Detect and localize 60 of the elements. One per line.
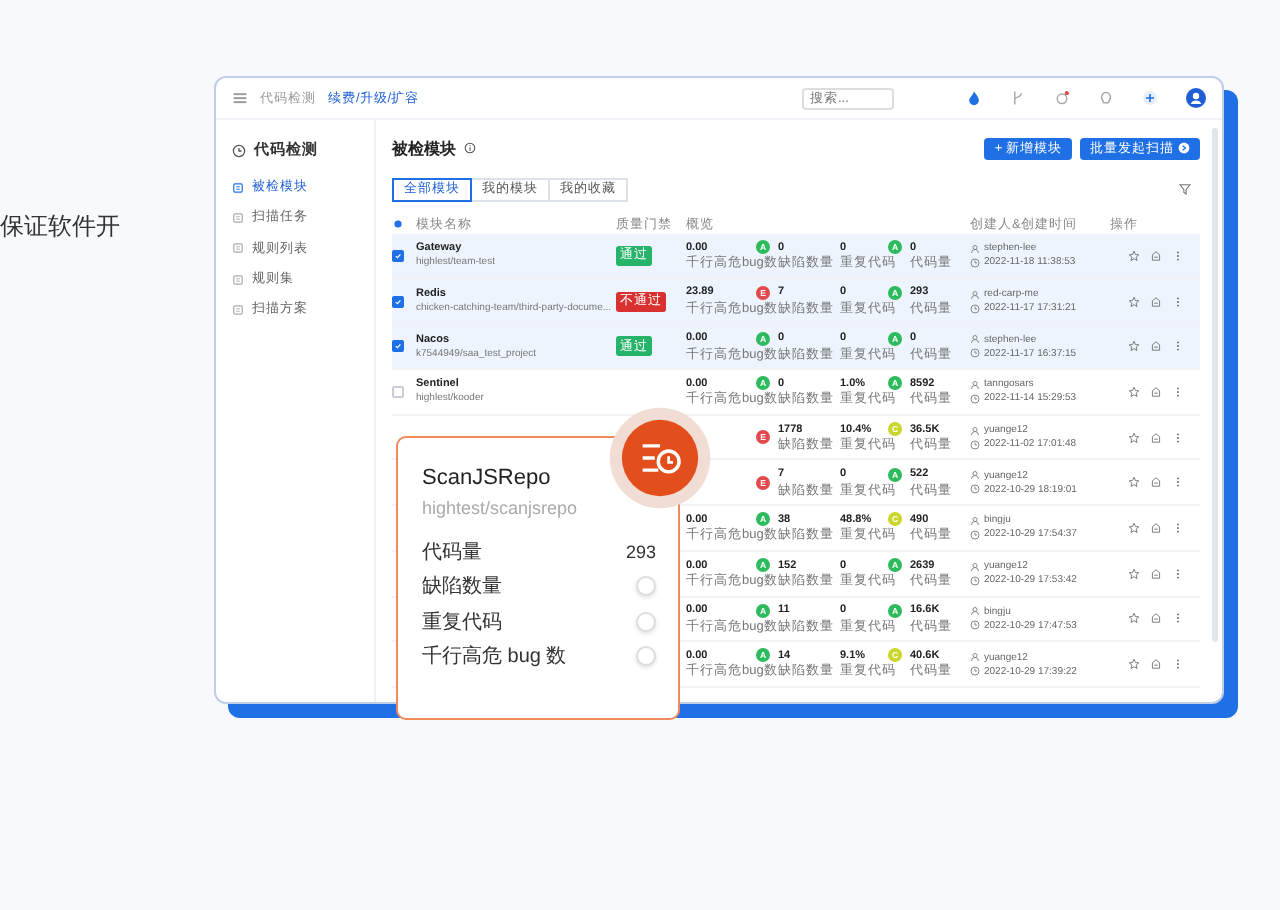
row-checkbox[interactable] bbox=[392, 249, 404, 262]
toggle-switch[interactable] bbox=[636, 611, 656, 632]
metric-label: 缺陷数量 bbox=[422, 573, 502, 601]
page-title: 被检模块 bbox=[392, 137, 456, 159]
info-icon bbox=[464, 142, 476, 154]
user-icon bbox=[970, 561, 980, 572]
document-icon bbox=[232, 211, 244, 224]
star-icon[interactable] bbox=[1127, 431, 1139, 444]
star-icon[interactable] bbox=[1127, 385, 1139, 398]
star-icon[interactable] bbox=[1127, 249, 1139, 262]
toggle-switch[interactable] bbox=[636, 576, 656, 597]
user-icon bbox=[970, 425, 980, 436]
clock-icon bbox=[970, 620, 980, 631]
star-icon[interactable] bbox=[1127, 567, 1139, 580]
user-icon bbox=[970, 652, 980, 663]
toggle-switch[interactable] bbox=[636, 646, 656, 667]
clock-icon bbox=[232, 143, 246, 157]
menu-icon[interactable] bbox=[232, 90, 248, 106]
branch-icon[interactable] bbox=[1010, 90, 1026, 106]
avatar-icon[interactable] bbox=[1186, 88, 1206, 108]
user-icon bbox=[970, 515, 980, 526]
metric-label: 代码量 bbox=[422, 539, 482, 566]
user-icon bbox=[970, 470, 980, 481]
clock-icon bbox=[970, 393, 980, 404]
metric-value: 293 bbox=[625, 541, 656, 562]
star-icon[interactable] bbox=[1127, 476, 1139, 489]
clock-icon bbox=[970, 439, 980, 450]
star-icon[interactable] bbox=[1127, 340, 1139, 353]
star-icon[interactable] bbox=[1127, 612, 1139, 625]
card-title: ScanJSRepo bbox=[422, 466, 553, 490]
user-icon bbox=[970, 243, 980, 254]
row-checkbox[interactable] bbox=[392, 340, 404, 353]
chevron-icon bbox=[1178, 142, 1190, 154]
star-icon[interactable] bbox=[1127, 658, 1139, 671]
document-icon bbox=[232, 242, 244, 255]
star-icon[interactable] bbox=[1127, 295, 1139, 308]
clock-icon bbox=[970, 257, 980, 268]
clock-icon bbox=[970, 666, 980, 677]
user-icon bbox=[970, 606, 980, 617]
metric-label: 重复代码 bbox=[422, 609, 502, 636]
document-icon bbox=[232, 273, 244, 286]
document-icon bbox=[232, 303, 244, 316]
row-checkbox[interactable] bbox=[392, 295, 404, 308]
select-all-dot[interactable] bbox=[392, 218, 404, 230]
card-path: hightest/scanjsrepo bbox=[422, 498, 580, 518]
user-icon bbox=[970, 334, 980, 345]
intro-text: 保证软件开 bbox=[0, 212, 120, 240]
clock-icon bbox=[970, 348, 980, 359]
document-icon bbox=[232, 181, 244, 194]
star-icon[interactable] bbox=[1127, 521, 1139, 534]
clock-icon bbox=[970, 575, 980, 586]
plus-icon[interactable] bbox=[1142, 90, 1158, 106]
clock-icon bbox=[970, 484, 980, 495]
user-icon bbox=[970, 289, 980, 300]
bulb-icon[interactable] bbox=[1098, 90, 1114, 106]
user-icon bbox=[970, 379, 980, 390]
clock-icon bbox=[970, 303, 980, 314]
metric-label: 千行高危 bug 数 bbox=[422, 643, 567, 671]
filter-icon[interactable] bbox=[1178, 182, 1192, 196]
clock-icon bbox=[970, 529, 980, 540]
